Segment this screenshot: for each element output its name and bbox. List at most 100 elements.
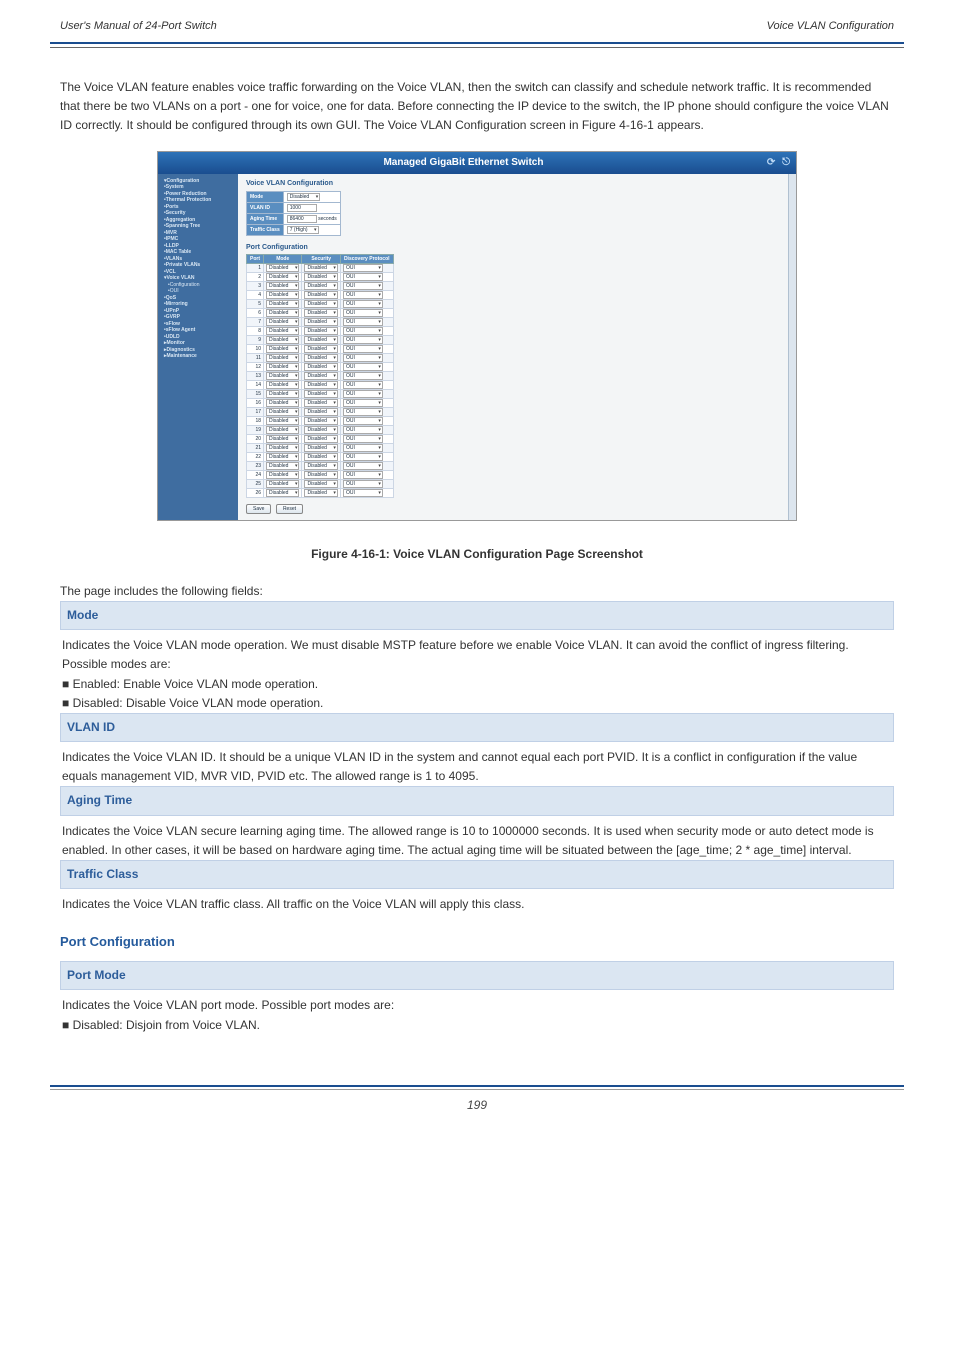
port-dp-select[interactable]: OUI [343,264,383,272]
port-dp-select[interactable]: OUI [343,462,383,470]
port-security-select[interactable]: Disabled [304,480,337,488]
port-dp-select[interactable]: OUI [343,318,383,326]
page-number: 199 [0,1090,954,1142]
cfg-value[interactable]: 86400 seconds [283,213,340,224]
port-security-select[interactable]: Disabled [304,390,337,398]
table-row: 12DisabledDisabledOUI [247,362,394,371]
table-row: 16DisabledDisabledOUI [247,398,394,407]
port-mode-select[interactable]: Disabled [266,381,299,389]
port-dp-select[interactable]: OUI [343,453,383,461]
table-row: 24DisabledDisabledOUI [247,470,394,479]
port-security-select[interactable]: Disabled [304,489,337,497]
port-security-select[interactable]: Disabled [304,426,337,434]
port-security-select[interactable]: Disabled [304,435,337,443]
sidebar-item[interactable]: ▸Maintenance [162,353,234,360]
port-security-select[interactable]: Disabled [304,354,337,362]
port-dp-select[interactable]: OUI [343,444,383,452]
reset-button[interactable]: Reset [276,504,303,514]
port-mode-select[interactable]: Disabled [266,354,299,362]
scrollbar[interactable] [788,174,796,520]
table-row: 1DisabledDisabledOUI [247,263,394,272]
port-mode-select[interactable]: Disabled [266,309,299,317]
port-mode-select[interactable]: Disabled [266,282,299,290]
port-mode-select[interactable]: Disabled [266,300,299,308]
port-security-select[interactable]: Disabled [304,462,337,470]
port-security-select[interactable]: Disabled [304,282,337,290]
port-security-select[interactable]: Disabled [304,336,337,344]
help-icon[interactable]: ⎋ [782,157,790,168]
port-security-select[interactable]: Disabled [304,417,337,425]
port-dp-select[interactable]: OUI [343,489,383,497]
port-dp-select[interactable]: OUI [343,408,383,416]
port-dp-select[interactable]: OUI [343,291,383,299]
table-row: 18DisabledDisabledOUI [247,416,394,425]
port-mode-select[interactable]: Disabled [266,273,299,281]
cfg-value[interactable]: Disabled [283,191,340,202]
port-security-select[interactable]: Disabled [304,318,337,326]
port-dp-select[interactable]: OUI [343,381,383,389]
port-security-select[interactable]: Disabled [304,291,337,299]
port-dp-select[interactable]: OUI [343,282,383,290]
port-security-select[interactable]: Disabled [304,453,337,461]
port-security-select[interactable]: Disabled [304,327,337,335]
port-mode-select[interactable]: Disabled [266,336,299,344]
home-icon[interactable]: ⟳ [767,157,775,168]
port-mode-select[interactable]: Disabled [266,264,299,272]
port-security-select[interactable]: Disabled [304,399,337,407]
port-mode-select[interactable]: Disabled [266,462,299,470]
field-head: Traffic Class [60,860,894,889]
port-section-title: Port Configuration [60,932,894,953]
port-mode-select[interactable]: Disabled [266,471,299,479]
port-mode-select[interactable]: Disabled [266,435,299,443]
port-dp-select[interactable]: OUI [343,426,383,434]
port-mode-select[interactable]: Disabled [266,489,299,497]
port-mode-select[interactable]: Disabled [266,417,299,425]
port-dp-select[interactable]: OUI [343,372,383,380]
cfg-value[interactable]: 1000 [283,202,340,213]
port-mode-select[interactable]: Disabled [266,363,299,371]
port-security-select[interactable]: Disabled [304,273,337,281]
port-mode-select[interactable]: Disabled [266,390,299,398]
port-mode-select[interactable]: Disabled [266,426,299,434]
port-security-select[interactable]: Disabled [304,408,337,416]
port-mode-select[interactable]: Disabled [266,408,299,416]
port-mode-select[interactable]: Disabled [266,372,299,380]
port-dp-select[interactable]: OUI [343,273,383,281]
port-dp-select[interactable]: OUI [343,363,383,371]
port-security-select[interactable]: Disabled [304,264,337,272]
port-dp-select[interactable]: OUI [343,354,383,362]
port-security-select[interactable]: Disabled [304,309,337,317]
port-dp-select[interactable]: OUI [343,399,383,407]
port-mode-select[interactable]: Disabled [266,453,299,461]
port-mode-select[interactable]: Disabled [266,399,299,407]
port-mode-select[interactable]: Disabled [266,327,299,335]
port-security-select[interactable]: Disabled [304,300,337,308]
port-mode-select[interactable]: Disabled [266,444,299,452]
port-dp-select[interactable]: OUI [343,435,383,443]
port-security-select[interactable]: Disabled [304,363,337,371]
port-mode-select[interactable]: Disabled [266,480,299,488]
port-mode-select[interactable]: Disabled [266,291,299,299]
port-dp-select[interactable]: OUI [343,417,383,425]
table-row: 2DisabledDisabledOUI [247,272,394,281]
port-security-select[interactable]: Disabled [304,345,337,353]
port-dp-select[interactable]: OUI [343,336,383,344]
port-security-select[interactable]: Disabled [304,471,337,479]
port-security-select[interactable]: Disabled [304,372,337,380]
save-button[interactable]: Save [246,504,271,514]
port-security-select[interactable]: Disabled [304,381,337,389]
port-dp-select[interactable]: OUI [343,300,383,308]
port-dp-select[interactable]: OUI [343,471,383,479]
port-dp-select[interactable]: OUI [343,345,383,353]
table-row: 9DisabledDisabledOUI [247,335,394,344]
header-right: Voice VLAN Configuration [767,20,894,32]
port-mode-select[interactable]: Disabled [266,345,299,353]
port-dp-select[interactable]: OUI [343,480,383,488]
port-dp-select[interactable]: OUI [343,390,383,398]
port-security-select[interactable]: Disabled [304,444,337,452]
field-head: VLAN ID [60,713,894,742]
port-dp-select[interactable]: OUI [343,309,383,317]
cfg-value[interactable]: 7 (High) [283,224,340,235]
port-mode-select[interactable]: Disabled [266,318,299,326]
port-dp-select[interactable]: OUI [343,327,383,335]
